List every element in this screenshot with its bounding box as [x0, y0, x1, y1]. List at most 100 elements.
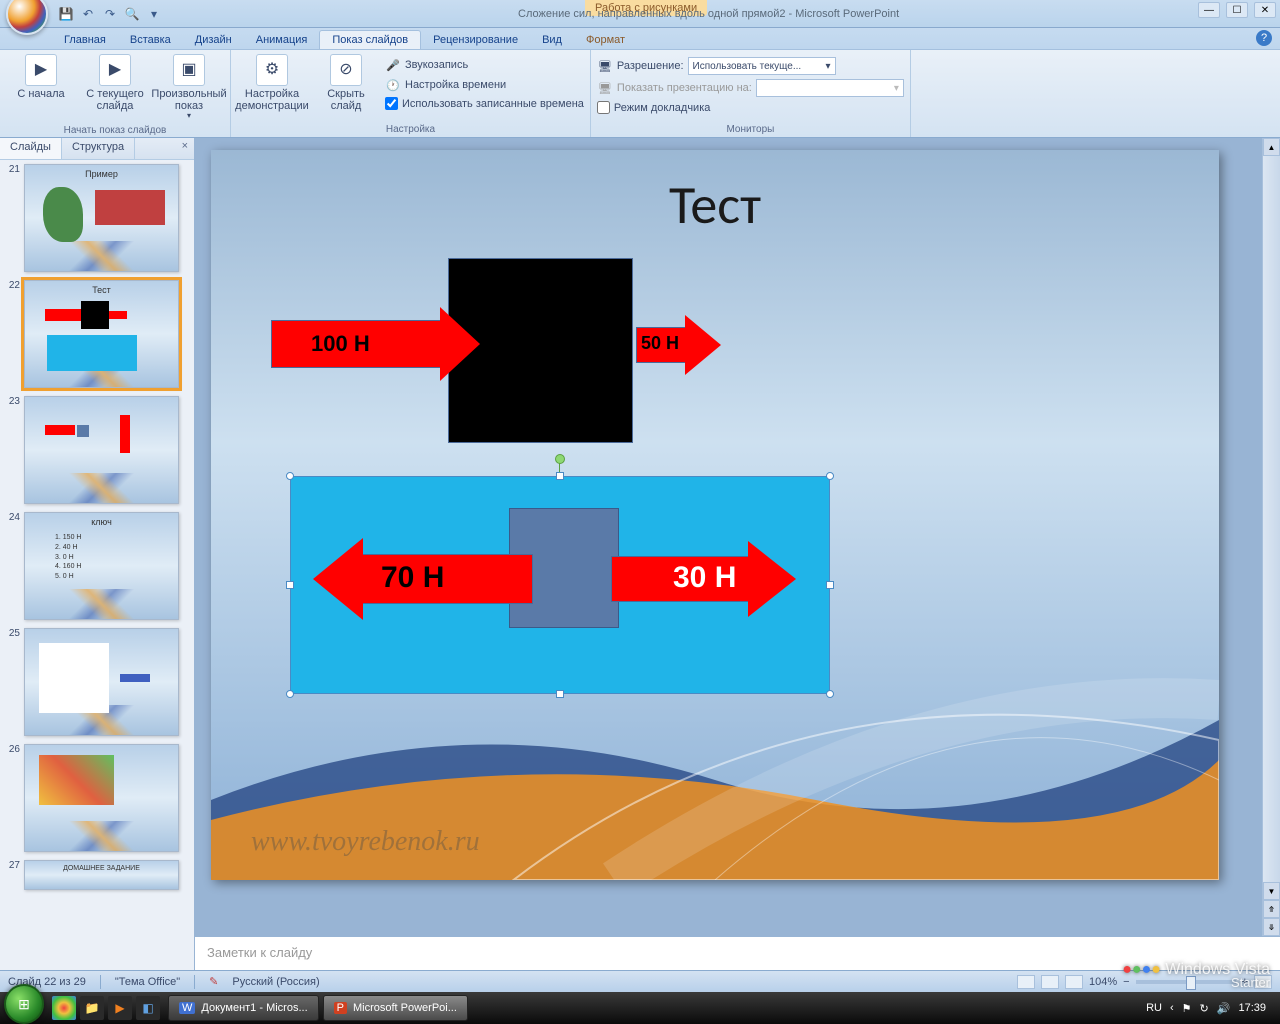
- zoom-value[interactable]: 104%: [1089, 976, 1117, 988]
- ql-app-icon[interactable]: ◧: [136, 996, 160, 1020]
- arrow-100n-label: 100 Н: [311, 331, 370, 357]
- slideshow-view-button[interactable]: [1065, 975, 1083, 989]
- slides-panel: Слайды Структура × 21 Пример 22 Тест 23: [0, 138, 195, 984]
- rotation-handle[interactable]: [555, 454, 565, 464]
- ribbon-tabs: Главная Вставка Дизайн Анимация Показ сл…: [0, 28, 1280, 50]
- scroll-down-icon[interactable]: ▼: [1263, 882, 1280, 900]
- selection-handle[interactable]: [286, 581, 294, 589]
- hide-slide-button[interactable]: ⊘Скрыть слайд: [311, 52, 381, 114]
- watermark-text: www.tvoyrebenok.ru: [251, 826, 480, 858]
- monitor-icon: 🖥: [597, 80, 613, 96]
- selection-handle[interactable]: [826, 690, 834, 698]
- taskbar-powerpoint-button[interactable]: PMicrosoft PowerPoi...: [323, 995, 468, 1021]
- arrow-50n-head: [685, 315, 721, 375]
- tray-volume-icon[interactable]: 🔊: [1217, 1002, 1231, 1015]
- ql-folder-icon[interactable]: 📁: [80, 996, 104, 1020]
- selection-handle[interactable]: [286, 690, 294, 698]
- tray-clock[interactable]: 17:39: [1238, 1002, 1266, 1014]
- tab-view[interactable]: Вид: [530, 31, 574, 49]
- tray-flag-icon[interactable]: ⚑: [1182, 1002, 1192, 1015]
- windows-watermark: ●●●● Windows Vista Starter: [1122, 962, 1270, 989]
- taskbar-word-button[interactable]: WДокумент1 - Micros...: [168, 995, 319, 1021]
- tray-chevron-icon[interactable]: ‹: [1170, 1002, 1174, 1014]
- group-start-label: Начать показ слайдов: [6, 123, 224, 138]
- group-setup-label: Настройка: [237, 122, 584, 137]
- slide-thumb-25[interactable]: [24, 628, 179, 736]
- arrow-70n-label: 70 Н: [381, 561, 444, 595]
- slide-thumb-23[interactable]: [24, 396, 179, 504]
- slide-thumb-21[interactable]: Пример: [24, 164, 179, 272]
- clock-icon: 🕐: [385, 77, 401, 93]
- scroll-up-icon[interactable]: ▲: [1263, 138, 1280, 156]
- group-monitors-label: Мониторы: [597, 122, 904, 137]
- help-icon[interactable]: ?: [1256, 30, 1272, 46]
- spell-icon[interactable]: ✎: [209, 975, 218, 988]
- tray-sync-icon[interactable]: ↻: [1200, 1002, 1209, 1015]
- tab-home[interactable]: Главная: [52, 31, 118, 49]
- maximize-button[interactable]: ☐: [1226, 2, 1248, 18]
- vertical-scrollbar[interactable]: ▲ ▼ ⤊ ⤋: [1262, 138, 1280, 936]
- minimize-button[interactable]: —: [1198, 2, 1220, 18]
- thumb-number: 27: [4, 860, 20, 890]
- qat-more-icon[interactable]: ▾: [146, 6, 162, 22]
- start-button[interactable]: ⊞: [4, 984, 44, 1024]
- show-on-label: Показать презентацию на:: [617, 82, 752, 94]
- outline-tab[interactable]: Структура: [62, 138, 135, 159]
- quick-access-toolbar: 💾 ↶ ↷ 🔍 ▾: [58, 6, 162, 22]
- selection-handle[interactable]: [826, 472, 834, 480]
- print-preview-icon[interactable]: 🔍: [124, 6, 140, 22]
- from-current-button[interactable]: ▶С текущего слайда: [80, 52, 150, 114]
- normal-view-button[interactable]: [1017, 975, 1035, 989]
- arrow-100n-head: [440, 307, 480, 381]
- use-timings-checkbox[interactable]: Использовать записанные времена: [385, 96, 584, 111]
- panel-close-icon[interactable]: ×: [176, 138, 194, 159]
- monitor-icon: 🖥: [597, 58, 613, 74]
- ql-chrome-icon[interactable]: [52, 996, 76, 1020]
- selection-handle[interactable]: [826, 581, 834, 589]
- close-button[interactable]: ✕: [1254, 2, 1276, 18]
- tab-animation[interactable]: Анимация: [244, 31, 320, 49]
- ql-media-icon[interactable]: ▶: [108, 996, 132, 1020]
- sorter-view-button[interactable]: [1041, 975, 1059, 989]
- thumb-number: 22: [4, 280, 20, 388]
- thumbnail-list[interactable]: 21 Пример 22 Тест 23 24: [0, 160, 194, 984]
- thumb-number: 23: [4, 396, 20, 504]
- rehearse-timings-button[interactable]: 🕐Настройка времени: [385, 76, 584, 94]
- system-tray[interactable]: RU ‹ ⚑ ↻ 🔊 17:39: [1146, 1002, 1276, 1015]
- tab-review[interactable]: Рецензирование: [421, 31, 530, 49]
- tab-insert[interactable]: Вставка: [118, 31, 183, 49]
- title-bar: 💾 ↶ ↷ 🔍 ▾ Работа с рисунками Сложение си…: [0, 0, 1280, 28]
- taskbar: ⊞ 📁 ▶ ◧ WДокумент1 - Micros... PMicrosof…: [0, 992, 1280, 1024]
- slide-title[interactable]: Тест: [211, 172, 1219, 238]
- setup-show-button[interactable]: ⚙Настройка демонстрации: [237, 52, 307, 114]
- presenter-view-checkbox[interactable]: Режим докладчика: [597, 100, 904, 115]
- slide-thumb-22[interactable]: Тест: [24, 280, 179, 388]
- next-slide-icon[interactable]: ⤋: [1263, 918, 1280, 936]
- record-narration-button[interactable]: 🎤Звукозапись: [385, 56, 584, 74]
- tab-format[interactable]: Формат: [574, 31, 637, 49]
- thumb-number: 24: [4, 512, 20, 620]
- slide-thumb-24[interactable]: ключ 1. 150 Н2. 40 Н3. 0 Н4. 160 Н5. 0 Н: [24, 512, 179, 620]
- arrow-70n-head: [313, 538, 363, 620]
- thumb-number: 21: [4, 164, 20, 272]
- slides-tab[interactable]: Слайды: [0, 138, 62, 159]
- tab-design[interactable]: Дизайн: [183, 31, 244, 49]
- show-on-dropdown[interactable]: ▾: [756, 79, 904, 97]
- slide-canvas[interactable]: Тест 100 Н 50 Н 70 Н 30 Н: [211, 150, 1219, 880]
- redo-icon[interactable]: ↷: [102, 6, 118, 22]
- selection-handle[interactable]: [556, 472, 564, 480]
- undo-icon[interactable]: ↶: [80, 6, 96, 22]
- custom-show-button[interactable]: ▣Произвольный показ▾: [154, 52, 224, 123]
- tray-lang[interactable]: RU: [1146, 1002, 1162, 1014]
- from-beginning-button[interactable]: ▶С начала: [6, 52, 76, 102]
- save-icon[interactable]: 💾: [58, 6, 74, 22]
- prev-slide-icon[interactable]: ⤊: [1263, 900, 1280, 918]
- language-status[interactable]: Русский (Россия): [232, 976, 319, 988]
- slide-thumb-27[interactable]: ДОМАШНЕЕ ЗАДАНИЕ: [24, 860, 179, 890]
- workspace: Слайды Структура × 21 Пример 22 Тест 23: [0, 138, 1280, 984]
- resolution-dropdown[interactable]: Использовать текуще...▾: [688, 57, 836, 75]
- tab-slideshow[interactable]: Показ слайдов: [319, 30, 421, 49]
- slide-thumb-26[interactable]: [24, 744, 179, 852]
- selection-handle[interactable]: [286, 472, 294, 480]
- selection-handle[interactable]: [556, 690, 564, 698]
